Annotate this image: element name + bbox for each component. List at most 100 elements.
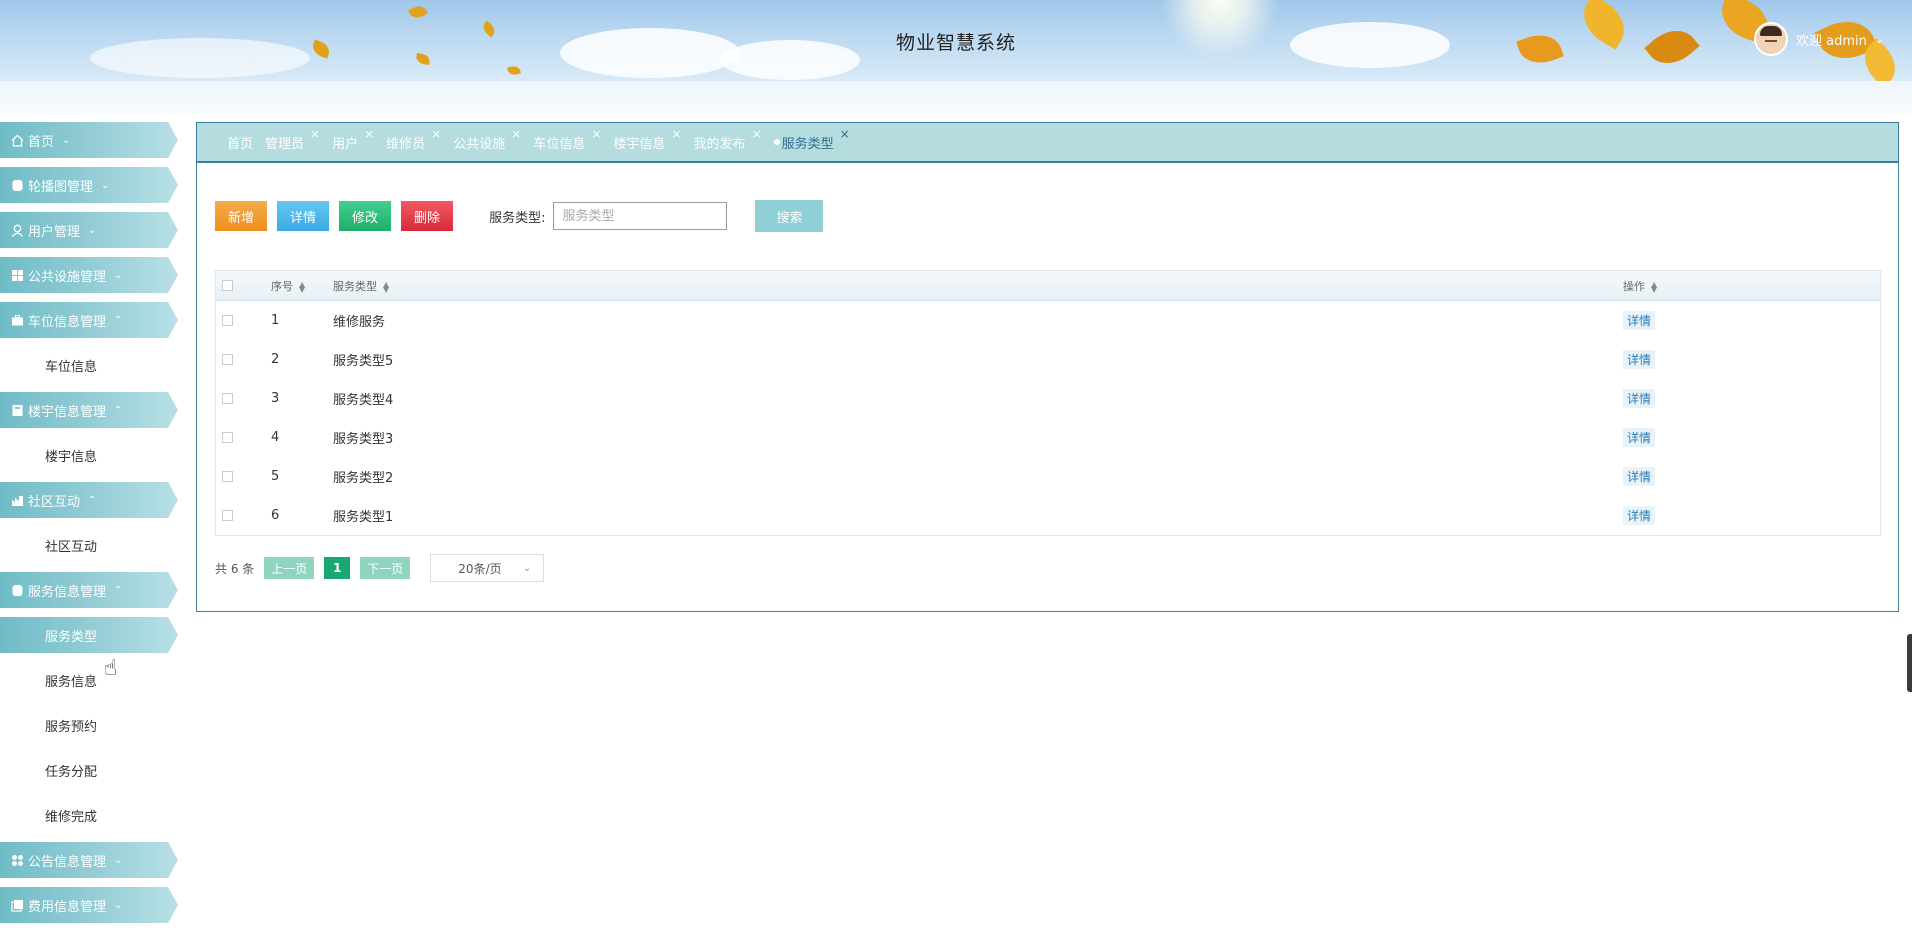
tab-admin[interactable]: 管理员 × [265, 127, 320, 152]
scrollbar-handle[interactable] [1907, 634, 1912, 692]
header-name[interactable]: 服务类型 ▲ ▼ [333, 278, 1623, 294]
edit-button[interactable]: 修改 [339, 201, 392, 231]
row-index: 4 [271, 430, 280, 445]
table-row: 6 服务类型1 详情 [216, 496, 1880, 535]
tab-home[interactable]: 首页 [227, 133, 253, 152]
row-index: 1 [271, 313, 280, 328]
row-checkbox[interactable] [222, 432, 233, 443]
close-icon[interactable]: × [840, 127, 850, 141]
tab-label: 用户 [332, 136, 359, 152]
header-label: 服务类型 [333, 279, 377, 293]
close-icon[interactable]: × [511, 127, 521, 141]
avatar[interactable] [1754, 22, 1788, 56]
close-icon[interactable]: × [671, 127, 681, 141]
row-checkbox[interactable] [222, 315, 233, 326]
close-icon[interactable]: × [431, 127, 441, 141]
sidebar-item-label: 车位信息管理 [28, 314, 107, 330]
tab-my-posts[interactable]: 我的发布 × [693, 127, 761, 152]
row-detail-link[interactable]: 详情 [1623, 467, 1656, 486]
row-checkbox-cell [216, 471, 271, 482]
total-count: 共 6 条 [215, 561, 255, 576]
row-detail-link[interactable]: 详情 [1623, 350, 1656, 369]
sidebar-subitem-repair-done[interactable]: 维修完成 [0, 797, 178, 833]
apps-icon [10, 853, 24, 867]
row-name: 服务类型2 [333, 471, 394, 486]
sidebar-item-label: 公共设施管理 [28, 269, 107, 285]
row-name: 维修服务 [333, 315, 386, 330]
tab-buildings[interactable]: 楼宇信息 × [613, 127, 681, 152]
sidebar-subitem-service-type[interactable]: 服务类型 [0, 617, 178, 653]
row-checkbox[interactable] [222, 354, 233, 365]
row-checkbox[interactable] [222, 471, 233, 482]
sidebar-item-home[interactable]: 首页 ⌄ [0, 122, 178, 158]
close-icon[interactable]: × [752, 127, 762, 141]
chevron-down-icon[interactable]: ⌄ [1875, 33, 1884, 46]
row-op: 详情 [1623, 350, 1823, 369]
sidebar-subitem-task-assign[interactable]: 任务分配 [0, 752, 178, 788]
briefcase-icon [10, 313, 24, 327]
sidebar-subitem-parking-info[interactable]: 车位信息 [0, 347, 178, 383]
page-size-select[interactable]: 20条/页 ⌄ [430, 554, 545, 582]
pagination: 共 6 条 上一页 1 下一页 20条/页 ⌄ [215, 554, 545, 582]
prev-page-button[interactable]: 上一页 [264, 557, 315, 579]
search-button[interactable]: 搜索 [755, 200, 824, 232]
tab-facilities[interactable]: 公共设施 × [453, 127, 521, 152]
row-index: 6 [271, 508, 280, 523]
active-dot-icon [773, 138, 780, 145]
search-input[interactable] [553, 202, 728, 230]
row-detail-link[interactable]: 详情 [1623, 506, 1656, 525]
sidebar-item-carousel[interactable]: 轮播图管理 ⌄ [0, 167, 178, 203]
user-icon [10, 223, 24, 237]
sidebar-item-buildings[interactable]: 楼宇信息管理 ⌃ [0, 392, 178, 428]
add-button[interactable]: 新增 [215, 201, 268, 231]
tab-label: 管理员 [265, 136, 305, 152]
sidebar-subitem-service-booking[interactable]: 服务预约 [0, 707, 178, 743]
sidebar-item-label: 楼宇信息管理 [28, 404, 107, 420]
header-index[interactable]: 序号 ▲ ▼ [271, 278, 333, 294]
row-checkbox[interactable] [222, 510, 233, 521]
table-row: 3 服务类型4 详情 [216, 379, 1880, 418]
row-detail-link[interactable]: 详情 [1623, 389, 1656, 408]
tab-label: 车位信息 [533, 136, 586, 152]
tab-service-type[interactable]: 服务类型 × [773, 127, 850, 152]
toolbar: 新增 详情 修改 删除 服务类型: 搜索 [215, 200, 824, 232]
sidebar-item-notices[interactable]: 公告信息管理 ⌄ [0, 842, 178, 878]
page-size-value: 20条/页 [458, 561, 502, 576]
table-row: 2 服务类型5 详情 [216, 340, 1880, 379]
sidebar-item-fees[interactable]: 费用信息管理 ⌄ [0, 887, 178, 923]
delete-button[interactable]: 删除 [401, 201, 454, 231]
sidebar-item-users[interactable]: 用户管理 ⌄ [0, 212, 178, 248]
next-page-button[interactable]: 下一页 [360, 557, 411, 579]
sidebar-item-community[interactable]: 社区互动 ⌃ [0, 482, 178, 518]
select-all-checkbox[interactable] [222, 280, 233, 291]
row-checkbox-cell [216, 432, 271, 443]
table-row: 4 服务类型3 详情 [216, 418, 1880, 457]
row-detail-link[interactable]: 详情 [1623, 428, 1656, 447]
table-row: 1 维修服务 详情 [216, 301, 1880, 340]
close-icon[interactable]: × [310, 127, 320, 141]
chevron-down-icon: ⌄ [114, 899, 123, 911]
user-menu[interactable]: 欢迎 admin ⌄ [1754, 22, 1884, 56]
sidebar-subitem-building-info[interactable]: 楼宇信息 [0, 437, 178, 473]
sidebar-subitem-community[interactable]: 社区互动 [0, 527, 178, 563]
tab-users[interactable]: 用户 × [332, 127, 374, 152]
page-number-button[interactable]: 1 [324, 557, 351, 579]
main-panel: 首页 管理员 × 用户 × 维修员 × 公共设施 × 车位信息 × 楼宇信息 ×… [196, 122, 1899, 612]
sort-icon[interactable]: ▲ ▼ [1651, 280, 1657, 293]
close-icon[interactable]: × [364, 127, 374, 141]
tab-parking[interactable]: 车位信息 × [533, 127, 601, 152]
sidebar-item-parking[interactable]: 车位信息管理 ⌃ [0, 302, 178, 338]
row-detail-link[interactable]: 详情 [1623, 311, 1656, 330]
row-checkbox-cell [216, 315, 271, 326]
header-op[interactable]: 操作 ▲ ▼ [1623, 278, 1823, 294]
sort-icon[interactable]: ▲ ▼ [383, 280, 389, 293]
row-name: 服务类型3 [333, 432, 394, 447]
sidebar-item-facilities[interactable]: 公共设施管理 ⌄ [0, 257, 178, 293]
close-icon[interactable]: × [591, 127, 601, 141]
sort-icon[interactable]: ▲ ▼ [299, 280, 305, 293]
tab-repairers[interactable]: 维修员 × [386, 127, 441, 152]
row-checkbox[interactable] [222, 393, 233, 404]
sidebar-item-services[interactable]: 服务信息管理 ⌃ [0, 572, 178, 608]
detail-button[interactable]: 详情 [277, 201, 330, 231]
sidebar-subitem-service-info[interactable]: 服务信息 [0, 662, 178, 698]
